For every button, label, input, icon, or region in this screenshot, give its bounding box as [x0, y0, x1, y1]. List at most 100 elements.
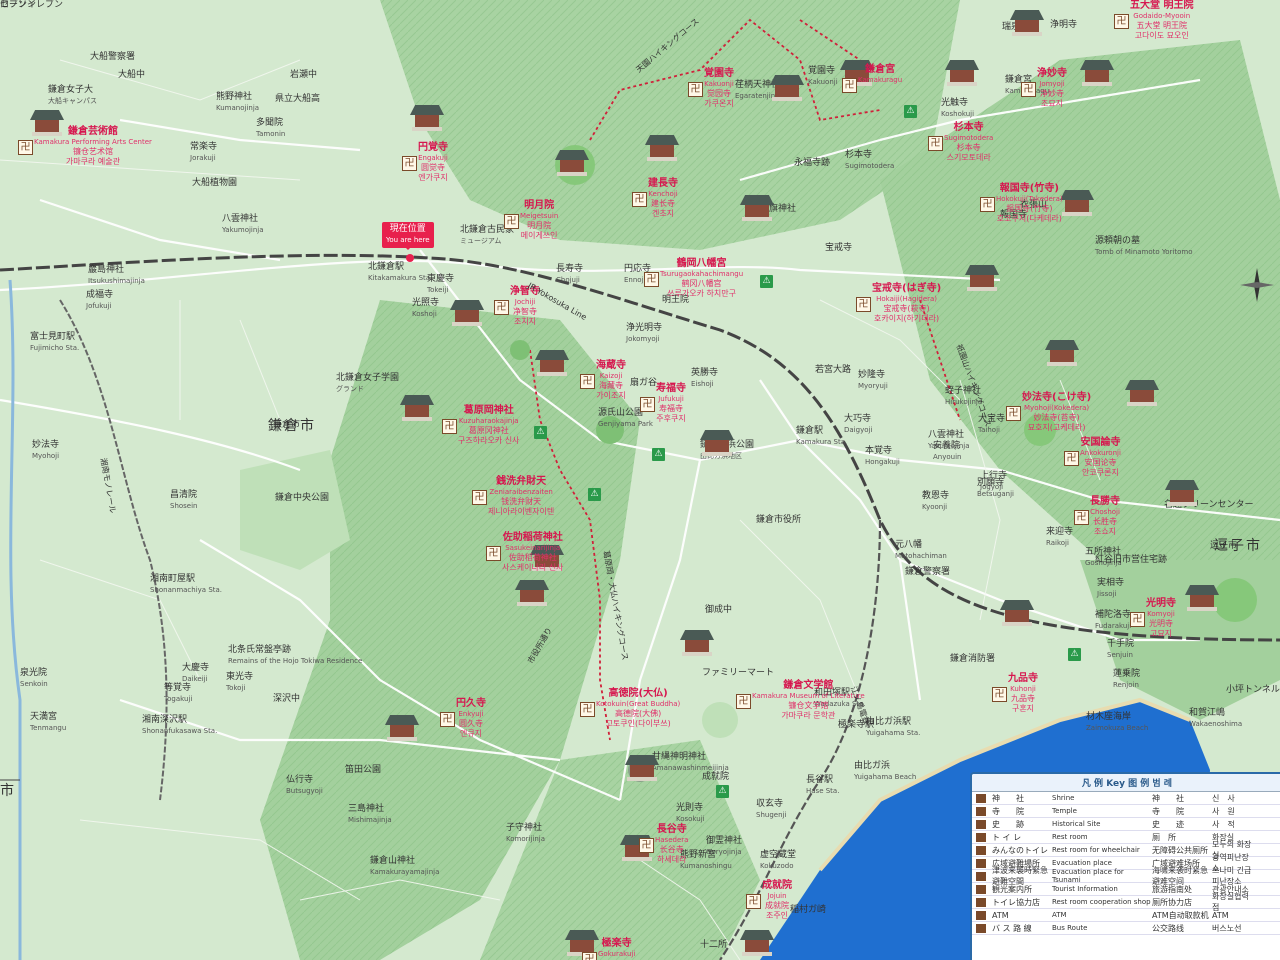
- poi-label[interactable]: 寿福寺 Jufukuji 寿福寺 주후쿠지: [656, 383, 686, 424]
- temple-symbol-icon: 卍: [442, 419, 457, 434]
- poi-label[interactable]: 鎌倉文学館 Kamakura Museum of Literature 镰仓文学馆 가…: [752, 680, 865, 721]
- poi-label-ko: 쓰루가오카 하치만구: [667, 289, 736, 298]
- poi-label[interactable]: 光明寺 Komyoji 光明寺 고묘지: [1146, 598, 1176, 639]
- place-label: 大船警察署: [90, 52, 135, 63]
- poi-label-zh: 安国论寺: [1084, 458, 1117, 467]
- poi-label-ko: 겐초지: [651, 209, 675, 218]
- place-label-jp: 仏行寺: [286, 775, 314, 785]
- place-label-jp: 県立大船高: [275, 94, 321, 104]
- poi-label[interactable]: 宝戒寺(はぎ寺) Hokaiji(Hagidera) 宝戒寺(萩寺) 호카이지(하기데…: [872, 283, 941, 324]
- you-are-here-marker[interactable]: 現在位置 You are here: [382, 222, 434, 250]
- poi-label[interactable]: 鎌倉宮 Kamakuragu: [858, 64, 902, 85]
- poi-label[interactable]: 浄妙寺 Jomyoji 净妙寺 조묘지: [1037, 68, 1067, 109]
- legend-cell-a: 神 社: [992, 793, 1024, 803]
- poi-label[interactable]: 佐助稲荷神社 Sasukeinarijinja 佐助稻荷神社 사스케이나리 신사: [502, 532, 563, 573]
- place-label: 等覚寺 Togakuji: [164, 683, 192, 705]
- poi-label-ko: 사스케이나리 신사: [502, 563, 564, 572]
- poi-label-zh: 杉本寺: [956, 143, 981, 152]
- place-label-jp: 三島神社: [348, 804, 385, 814]
- poi-label-jp: 成就院: [762, 880, 792, 891]
- poi-label-jp: 高徳院(大仏): [608, 688, 668, 699]
- poi-label[interactable]: 鶴岡八幡宮 Tsurugaokahachimangu 鹤冈八幡宫 쓰루가오카 하치만구: [660, 258, 743, 299]
- poi-label[interactable]: 長谷寺 Hasedera 长谷寺 하세데라: [655, 824, 688, 865]
- poi-label[interactable]: 五大堂 明王院 Godaido-Myooin 五大堂 明王院 고다이도 묘오인: [1130, 0, 1193, 41]
- temple-body: [540, 360, 564, 372]
- poi-label-en: Sugimotodera: [944, 134, 994, 142]
- temple-body: [1085, 70, 1109, 82]
- temple-roof: [555, 150, 589, 160]
- poi-label[interactable]: 建長寺 Kenchoji 建长寺 겐초지: [648, 178, 678, 219]
- place-label-jp: 小坪トンネル: [1226, 685, 1280, 695]
- poi-label[interactable]: 成就院 Jojuin 成就院 조주인: [762, 880, 792, 921]
- poi-label[interactable]: 明月院 Meigetsuin 明月院 메이게쓰인: [520, 200, 558, 241]
- legend-cell-d: 사 적: [1212, 819, 1235, 829]
- poi-label[interactable]: 銭洗弁財天 Zeniaraibenzaiten 钱洗弁财天 제니아라이벤자이텐: [488, 476, 554, 517]
- legend-row: ATM ATM ATM自动取款机 ATM: [972, 909, 1280, 922]
- poi-label[interactable]: 覚園寺 Kakuonji 觉园寺 가쿠온지: [704, 68, 734, 109]
- poi-label[interactable]: 円久寺 Enkyuji 圆久寺 엔큐지: [456, 698, 486, 739]
- legend-cell-b: Shrine: [1052, 794, 1075, 802]
- place-label: 妙隆寺 Myoryuji: [858, 370, 888, 392]
- place-label: 東慶寺 Tokeiji: [427, 274, 454, 296]
- poi-label-jp: 長勝寺: [1090, 496, 1120, 507]
- place-label-jp: 和賀江嶋: [1189, 708, 1226, 718]
- poi-label[interactable]: 海蔵寺 Kaizoji 海藏寺 가이조지: [596, 360, 626, 401]
- temple-body: [520, 590, 544, 602]
- place-label-jp: 鎌倉警察署: [905, 567, 951, 577]
- temple-base: [967, 287, 997, 291]
- legend-symbol-icon: [976, 871, 986, 881]
- poi-label-zh: 葛原冈神社: [468, 426, 509, 435]
- temple-roof: [1185, 585, 1219, 595]
- temple-roof: [740, 195, 774, 205]
- tourist-map[interactable]: 鎌倉市 逗子市 市 現在位置 You are here 大船警察署 大船中 岩瀬中鎌…: [0, 0, 1280, 960]
- place-label-romaji: Jorakuji: [190, 154, 216, 162]
- place-label: 扇ガ谷: [630, 378, 657, 389]
- temple-base: [537, 372, 567, 376]
- legend-cell-c: 厕所协力店: [1152, 897, 1192, 907]
- poi-label[interactable]: 円覚寺 Engakuji 圆觉寺 엔가쿠지: [418, 142, 448, 183]
- poi-label[interactable]: 高徳院(大仏) Kotokuin(Great Buddha) 高德院(大佛) 고토쿠인…: [596, 688, 680, 729]
- place-label-jp: 光則寺: [676, 803, 704, 813]
- temple-base: [402, 417, 432, 421]
- place-label-jp: 鎌倉市: [273, 420, 301, 430]
- poi-label-ko: 가쿠온지: [704, 99, 734, 108]
- place-label-romaji: Tokeiji: [427, 286, 449, 294]
- poi-label-ko: 조주인: [765, 911, 789, 920]
- poi-label[interactable]: 安国論寺 Ankokuronji 安国论寺 안코쿠론지: [1080, 437, 1121, 478]
- place-label: 浄明寺: [1050, 20, 1077, 31]
- temple-illustration-icon: [515, 580, 549, 606]
- poi-label[interactable]: 妙法寺(こけ寺) Myohoji(Kokedera) 妙法寺(苔寺) 묘호지(고케데라…: [1022, 392, 1091, 433]
- poi-label[interactable]: 杉本寺 Sugimotodera 杉本寺 스기모토데라: [944, 122, 993, 163]
- poi-label[interactable]: 鎌倉芸術館 Kamakura Performing Arts Center 镰仓艺术…: [34, 126, 152, 167]
- poi-label-jp: 妙法寺(こけ寺): [1022, 392, 1092, 403]
- place-label: 笛田公園: [345, 765, 381, 776]
- poi-label[interactable]: 極楽寺 Gokurakuji: [598, 938, 635, 959]
- poi-label[interactable]: 葛原岡神社 Kuzuharaokajinja 葛原冈神社 구즈하라오카 신사: [458, 405, 519, 446]
- legend-cell-b: Temple: [1052, 807, 1077, 815]
- place-label-jp: 鎌倉駅: [796, 426, 824, 436]
- place-label-jp: 別願寺: [977, 478, 1005, 488]
- poi-label-ko: 엔큐지: [459, 729, 483, 738]
- place-label: 宝戒寺: [825, 243, 852, 254]
- temple-body: [1005, 610, 1029, 622]
- poi-label[interactable]: 九品寺 Kuhonji 九品寺 구혼지: [1008, 673, 1038, 714]
- legend-cell-c: 厕 所: [1152, 832, 1176, 842]
- you-are-here-en: You are here: [386, 236, 430, 244]
- place-label-jp: 八雲神社: [222, 214, 259, 224]
- temple-base: [1187, 607, 1217, 611]
- place-label-jp: 実相寺: [1097, 578, 1125, 588]
- place-label: 源頼朝の墓 Tomb of Minamoto Yoritomo: [1095, 236, 1192, 258]
- poi-label-jp: 円久寺: [456, 698, 486, 709]
- poi-label-ko: 메이게쓰인: [520, 231, 558, 240]
- place-label-jp: 岩瀬中: [290, 70, 318, 80]
- place-label: 英勝寺 Eishoji: [691, 368, 718, 390]
- poi-label[interactable]: 長勝寺 Choshoji 长胜寺 조쇼지: [1090, 496, 1120, 537]
- temple-illustration-icon: [1010, 10, 1044, 36]
- place-label-jp: 覚園寺: [808, 66, 836, 76]
- poi-label[interactable]: 報国寺(竹寺) Hokokuji(Takedera) 报国寺(竹寺) 호코쿠지(다케데…: [996, 183, 1063, 224]
- legend-row: 史 跡 Historical Site 史 迹 사 적: [972, 818, 1280, 831]
- place-label: 甘縄神明神社 Amanawashinmeijinja: [652, 752, 729, 774]
- legend-row: 津波来襲時緊急避難空間 Evacuation place for Tsunami 海…: [972, 866, 1280, 886]
- poi-label-zh: 海藏寺: [599, 381, 623, 390]
- temple-body: [1130, 390, 1154, 402]
